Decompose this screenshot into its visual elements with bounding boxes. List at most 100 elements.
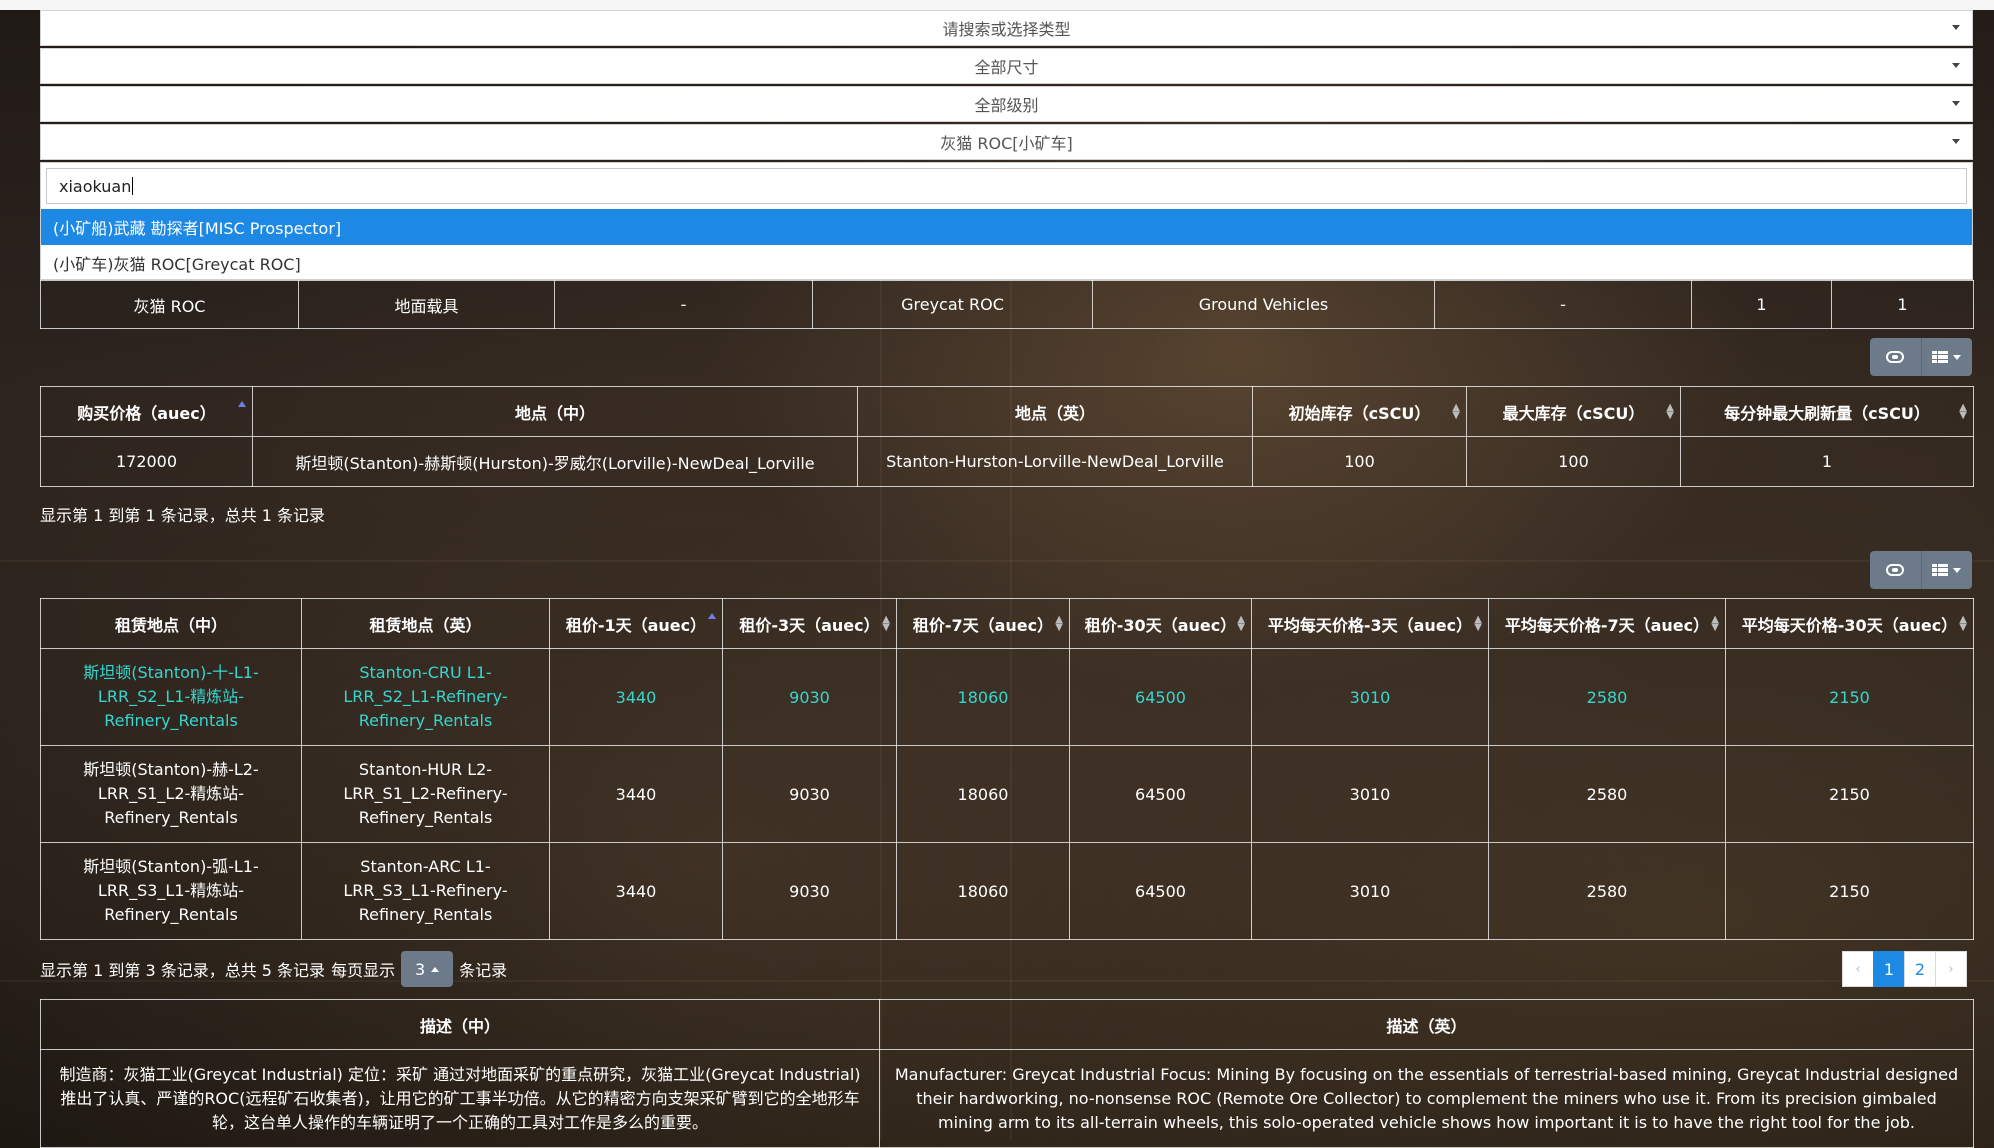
column-header-label: 租价-30天（auec） (1084, 615, 1237, 635)
text-cursor (132, 177, 134, 195)
column-header-label: 租价-7天（auec） (912, 615, 1054, 635)
table-cell: 1 (1680, 436, 1974, 487)
buy-table-summary: 显示第 1 到第 1 条记录，总共 1 条记录 (40, 502, 325, 526)
page-button-2[interactable]: 2 (1904, 951, 1936, 987)
columns-button[interactable] (1920, 551, 1973, 589)
table-cell: 斯坦顿(Stanton)-赫斯顿(Hurston)-罗威尔(Lorville)-… (252, 436, 858, 487)
table-cell: 9030 (722, 745, 897, 843)
column-header-label: 地点（英） (1014, 403, 1095, 423)
column-header-label: 平均每天价格-7天（auec） (1504, 615, 1710, 635)
table-cell: 2150 (1725, 842, 1974, 940)
vehicle-select-dropdown: xiaokuan (小矿船)武藏 勘探者[MISC Prospector] (小… (40, 162, 1973, 280)
table-cell: Ground Vehicles (1092, 280, 1435, 329)
table-cell: 64500 (1069, 745, 1252, 843)
column-header-label: 描述（中） (419, 1016, 500, 1036)
columns-icon (1932, 564, 1949, 576)
table-cell: 1 (1831, 280, 1974, 329)
vehicle-info-table: 灰猫 ROC 地面载具 - Greycat ROC Ground Vehicle… (40, 280, 1974, 329)
description-table: 描述（中） 描述（英） 制造商：灰猫工业(Greycat Industrial)… (40, 999, 1974, 1148)
chevron-down-icon (1953, 354, 1962, 360)
toggle-icon (1886, 351, 1905, 363)
column-header-label: 租价-3天（auec） (739, 615, 880, 635)
table-toolbar (1870, 551, 1972, 589)
column-header-label: 最大库存（cSCU） (1502, 403, 1645, 423)
table-cell: 172000 (40, 436, 253, 487)
table-cell: 64500 (1069, 648, 1252, 746)
table-cell: 灰猫 ROC (40, 280, 299, 329)
column-header[interactable]: 平均每天价格-3天（auec） ▲ ▼ (1251, 598, 1489, 649)
vehicle-search-input[interactable]: xiaokuan (46, 168, 1967, 204)
vehicle-search-value: xiaokuan (59, 176, 132, 196)
columns-button[interactable] (1920, 338, 1973, 376)
grade-select[interactable]: 全部级别 (40, 86, 1973, 122)
summary-text: 显示第 1 到第 3 条记录，总共 5 条记录 (40, 961, 326, 980)
column-header[interactable]: 租价-7天（auec） ▲ ▼ (896, 598, 1070, 649)
table-cell: 3010 (1251, 745, 1489, 843)
column-header[interactable]: 每分钟最大刷新量（cSCU） ▲ ▼ (1680, 386, 1974, 437)
type-select-placeholder: 请搜索或选择类型 (942, 20, 1071, 39)
table-cell: 斯坦顿(Stanton)-十-L1-LRR_S2_L1-精炼站-Refinery… (40, 648, 302, 746)
column-header-label: 每分钟最大刷新量（cSCU） (1724, 403, 1930, 423)
table-cell: 3010 (1251, 842, 1489, 940)
size-select-value: 全部尺寸 (974, 58, 1039, 77)
description-zh: 制造商：灰猫工业(Greycat Industrial) 定位：采矿 通过对地面… (40, 1049, 880, 1148)
sort-icon: ▲ ▼ (1055, 613, 1063, 633)
toggle-view-button[interactable] (1870, 551, 1921, 589)
column-header[interactable]: 最大库存（cSCU） ▲ ▼ (1466, 386, 1681, 437)
table-row: 制造商：灰猫工业(Greycat Industrial) 定位：采矿 通过对地面… (40, 1049, 1974, 1148)
size-select[interactable]: 全部尺寸 (40, 48, 1973, 84)
column-header[interactable]: 初始库存（cSCU） ▲ ▼ (1252, 386, 1467, 437)
column-header[interactable]: 租价-3天（auec） ▲ ▼ (722, 598, 897, 649)
column-header[interactable]: 平均每天价格-7天（auec） ▲ ▼ (1488, 598, 1726, 649)
per-page-label: 每页显示 (331, 961, 396, 980)
per-page-suffix: 条记录 (459, 961, 508, 980)
toggle-view-button[interactable] (1870, 338, 1921, 376)
table-cell: 2580 (1488, 745, 1726, 843)
prev-page-button[interactable]: ‹ (1842, 951, 1874, 987)
grade-select-value: 全部级别 (974, 96, 1039, 115)
table-cell: 斯坦顿(Stanton)-弧-L1-LRR_S3_L1-精炼站-Refinery… (40, 842, 302, 940)
sort-icon: ▲ ▼ (1959, 401, 1967, 421)
rental-table: 租赁地点（中） 租赁地点（英） 租价-1天（auec） 租价-3天（auec） ▲… (40, 598, 1974, 940)
next-page-button[interactable]: › (1935, 951, 1967, 987)
table-cell: 3440 (549, 648, 723, 746)
table-cell: 18060 (896, 648, 1070, 746)
column-header[interactable]: 租价-1天（auec） (549, 598, 723, 649)
rental-table-summary: 显示第 1 到第 3 条记录，总共 5 条记录 每页显示 3 条记录 (40, 951, 507, 987)
page-button-1[interactable]: 1 (1873, 951, 1905, 987)
table-cell: - (1434, 280, 1692, 329)
sort-icon: ▲ ▼ (1452, 401, 1460, 421)
column-header: 地点（中） (252, 386, 858, 437)
column-header: 地点（英） (857, 386, 1253, 437)
table-row: 斯坦顿(Stanton)-弧-L1-LRR_S3_L1-精炼站-Refinery… (40, 842, 1974, 940)
column-header-label: 描述（英） (1386, 1016, 1467, 1036)
dropdown-option[interactable]: (小矿船)武藏 勘探者[MISC Prospector] (41, 209, 1972, 245)
column-header-label: 租价-1天（auec） (565, 615, 707, 635)
sort-icon: ▲ ▼ (1711, 613, 1719, 633)
vehicle-select[interactable]: 灰猫 ROC[小矿车] (40, 124, 1973, 160)
sort-icon: ▲ ▼ (882, 613, 890, 633)
column-header[interactable]: 购买价格（auec） (40, 386, 253, 437)
table-cell: - (554, 280, 813, 329)
table-cell: 2150 (1725, 648, 1974, 746)
table-row-highlighted[interactable]: 斯坦顿(Stanton)-十-L1-LRR_S2_L1-精炼站-Refinery… (40, 648, 1974, 746)
sort-icon: ▲ ▼ (1474, 613, 1482, 633)
column-header-label: 初始库存（cSCU） (1288, 403, 1431, 423)
table-cell: Greycat ROC (812, 280, 1093, 329)
table-row: 172000 斯坦顿(Stanton)-赫斯顿(Hurston)-罗威尔(Lor… (40, 436, 1974, 487)
table-cell: 地面载具 (298, 280, 555, 329)
type-select[interactable]: 请搜索或选择类型 (40, 10, 1973, 46)
column-header: 描述（英） (879, 999, 1974, 1050)
page-size-dropdown[interactable]: 3 (401, 951, 454, 987)
table-cell: 3440 (549, 842, 723, 940)
table-cell: 2580 (1488, 842, 1726, 940)
column-header: 租赁地点（英） (301, 598, 550, 649)
column-header[interactable]: 租价-30天（auec） ▲ ▼ (1069, 598, 1252, 649)
table-cell: 64500 (1069, 842, 1252, 940)
columns-icon (1932, 351, 1949, 363)
dropdown-option[interactable]: (小矿车)灰猫 ROC[Greycat ROC] (41, 245, 1972, 281)
table-cell: 9030 (722, 648, 897, 746)
column-header[interactable]: 平均每天价格-30天（auec） ▲ ▼ (1725, 598, 1974, 649)
table-cell: 2150 (1725, 745, 1974, 843)
chevron-down-icon (1952, 25, 1960, 30)
